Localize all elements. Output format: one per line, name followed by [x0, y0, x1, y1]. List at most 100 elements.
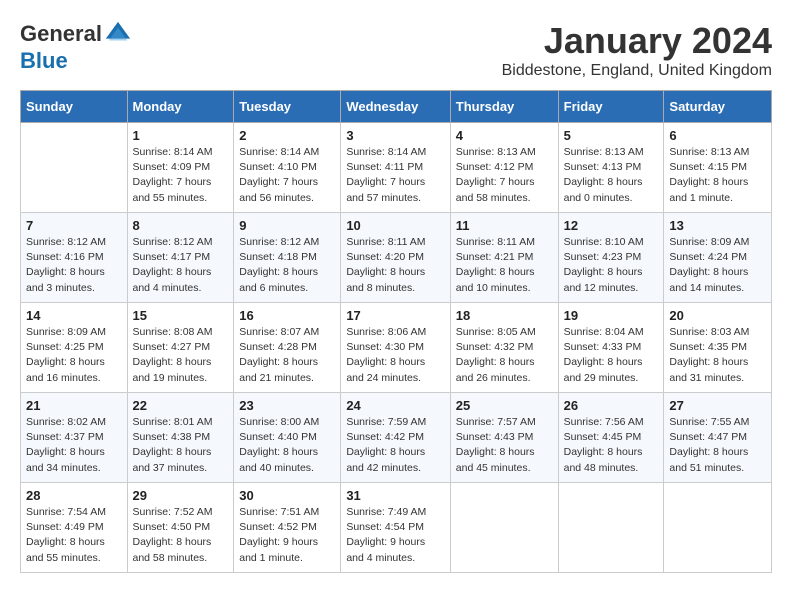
day-number: 22: [133, 398, 229, 413]
day-header-sunday: Sunday: [21, 91, 128, 123]
calendar-header-row: SundayMondayTuesdayWednesdayThursdayFrid…: [21, 91, 772, 123]
calendar-table: SundayMondayTuesdayWednesdayThursdayFrid…: [20, 90, 772, 573]
day-info: Sunrise: 7:54 AMSunset: 4:49 PMDaylight:…: [26, 505, 122, 566]
day-number: 4: [456, 128, 553, 143]
calendar-cell: 22 Sunrise: 8:01 AMSunset: 4:38 PMDayligh…: [127, 393, 234, 483]
day-number: 29: [133, 488, 229, 503]
day-info: Sunrise: 7:49 AMSunset: 4:54 PMDaylight:…: [346, 505, 444, 566]
calendar-cell: 8 Sunrise: 8:12 AMSunset: 4:17 PMDaylight…: [127, 213, 234, 303]
calendar-cell: 9 Sunrise: 8:12 AMSunset: 4:18 PMDaylight…: [234, 213, 341, 303]
day-number: 25: [456, 398, 553, 413]
calendar-cell: 16Sunrise: 8:07 AMSunset: 4:28 PMDayligh…: [234, 303, 341, 393]
calendar-cell: 15 Sunrise: 8:08 AMSunset: 4:27 PMDayligh…: [127, 303, 234, 393]
title-section: January 2024 Biddestone, England, United…: [502, 20, 772, 80]
day-info: Sunrise: 8:13 AMSunset: 4:12 PMDaylight:…: [456, 145, 553, 206]
day-number: 12: [564, 218, 659, 233]
day-number: 26: [564, 398, 659, 413]
day-number: 6: [669, 128, 766, 143]
calendar-cell: 7 Sunrise: 8:12 AMSunset: 4:16 PMDaylight…: [21, 213, 128, 303]
day-info: Sunrise: 8:09 AMSunset: 4:24 PMDaylight:…: [669, 235, 766, 296]
calendar-cell: 13 Sunrise: 8:09 AMSunset: 4:24 PMDayligh…: [664, 213, 772, 303]
calendar-cell: 26 Sunrise: 7:56 AMSunset: 4:45 PMDayligh…: [558, 393, 664, 483]
logo-blue: Blue: [20, 48, 68, 74]
calendar-cell: [450, 483, 558, 573]
calendar-cell: 27 Sunrise: 7:55 AMSunset: 4:47 PMDayligh…: [664, 393, 772, 483]
calendar-cell: 1Sunrise: 8:14 AMSunset: 4:09 PMDaylight…: [127, 123, 234, 213]
day-info: Sunrise: 8:00 AMSunset: 4:40 PMDaylight:…: [239, 415, 335, 476]
calendar-cell: 20Sunrise: 8:03 AMSunset: 4:35 PMDayligh…: [664, 303, 772, 393]
calendar-week-row: 21Sunrise: 8:02 AMSunset: 4:37 PMDayligh…: [21, 393, 772, 483]
calendar-cell: 18Sunrise: 8:05 AMSunset: 4:32 PMDayligh…: [450, 303, 558, 393]
day-number: 17: [346, 308, 444, 323]
day-number: 9: [239, 218, 335, 233]
day-info: Sunrise: 7:52 AMSunset: 4:50 PMDaylight:…: [133, 505, 229, 566]
day-info: Sunrise: 8:10 AMSunset: 4:23 PMDaylight:…: [564, 235, 659, 296]
day-number: 3: [346, 128, 444, 143]
day-number: 27: [669, 398, 766, 413]
calendar-cell: [664, 483, 772, 573]
day-number: 20: [669, 308, 766, 323]
day-number: 11: [456, 218, 553, 233]
day-info: Sunrise: 7:57 AMSunset: 4:43 PMDaylight:…: [456, 415, 553, 476]
calendar-week-row: 14 Sunrise: 8:09 AMSunset: 4:25 PMDayligh…: [21, 303, 772, 393]
calendar-cell: 17 Sunrise: 8:06 AMSunset: 4:30 PMDayligh…: [341, 303, 450, 393]
day-header-saturday: Saturday: [664, 91, 772, 123]
calendar-cell: 10Sunrise: 8:11 AMSunset: 4:20 PMDayligh…: [341, 213, 450, 303]
calendar-cell: 3 Sunrise: 8:14 AMSunset: 4:11 PMDaylight…: [341, 123, 450, 213]
calendar-week-row: 7 Sunrise: 8:12 AMSunset: 4:16 PMDaylight…: [21, 213, 772, 303]
calendar-cell: 6 Sunrise: 8:13 AMSunset: 4:15 PMDaylight…: [664, 123, 772, 213]
day-number: 23: [239, 398, 335, 413]
day-info: Sunrise: 8:01 AMSunset: 4:38 PMDaylight:…: [133, 415, 229, 476]
day-info: Sunrise: 8:07 AMSunset: 4:28 PMDaylight:…: [239, 325, 335, 386]
page-header: General Blue January 2024 Biddestone, En…: [20, 20, 772, 80]
day-number: 14: [26, 308, 122, 323]
calendar-cell: 4 Sunrise: 8:13 AMSunset: 4:12 PMDaylight…: [450, 123, 558, 213]
day-number: 7: [26, 218, 122, 233]
day-info: Sunrise: 8:08 AMSunset: 4:27 PMDaylight:…: [133, 325, 229, 386]
day-info: Sunrise: 8:04 AMSunset: 4:33 PMDaylight:…: [564, 325, 659, 386]
day-info: Sunrise: 8:12 AMSunset: 4:16 PMDaylight:…: [26, 235, 122, 296]
day-info: Sunrise: 8:11 AMSunset: 4:21 PMDaylight:…: [456, 235, 553, 296]
day-header-wednesday: Wednesday: [341, 91, 450, 123]
day-number: 30: [239, 488, 335, 503]
day-info: Sunrise: 7:59 AMSunset: 4:42 PMDaylight:…: [346, 415, 444, 476]
day-info: Sunrise: 8:11 AMSunset: 4:20 PMDaylight:…: [346, 235, 444, 296]
calendar-cell: 21Sunrise: 8:02 AMSunset: 4:37 PMDayligh…: [21, 393, 128, 483]
day-header-tuesday: Tuesday: [234, 91, 341, 123]
day-info: Sunrise: 8:14 AMSunset: 4:09 PMDaylight:…: [133, 145, 229, 206]
day-number: 24: [346, 398, 444, 413]
calendar-cell: 23 Sunrise: 8:00 AMSunset: 4:40 PMDayligh…: [234, 393, 341, 483]
day-info: Sunrise: 8:09 AMSunset: 4:25 PMDaylight:…: [26, 325, 122, 386]
logo-icon: [104, 20, 132, 48]
day-info: Sunrise: 8:06 AMSunset: 4:30 PMDaylight:…: [346, 325, 444, 386]
calendar-cell: 14 Sunrise: 8:09 AMSunset: 4:25 PMDayligh…: [21, 303, 128, 393]
day-info: Sunrise: 7:51 AMSunset: 4:52 PMDaylight:…: [239, 505, 335, 566]
day-info: Sunrise: 8:02 AMSunset: 4:37 PMDaylight:…: [26, 415, 122, 476]
day-number: 5: [564, 128, 659, 143]
day-number: 15: [133, 308, 229, 323]
day-info: Sunrise: 8:13 AMSunset: 4:13 PMDaylight:…: [564, 145, 659, 206]
calendar-cell: 2 Sunrise: 8:14 AMSunset: 4:10 PMDaylight…: [234, 123, 341, 213]
day-info: Sunrise: 8:13 AMSunset: 4:15 PMDaylight:…: [669, 145, 766, 206]
day-info: Sunrise: 8:14 AMSunset: 4:10 PMDaylight:…: [239, 145, 335, 206]
day-info: Sunrise: 7:56 AMSunset: 4:45 PMDaylight:…: [564, 415, 659, 476]
calendar-cell: 31Sunrise: 7:49 AMSunset: 4:54 PMDayligh…: [341, 483, 450, 573]
day-header-friday: Friday: [558, 91, 664, 123]
day-info: Sunrise: 7:55 AMSunset: 4:47 PMDaylight:…: [669, 415, 766, 476]
day-number: 13: [669, 218, 766, 233]
calendar-cell: 30 Sunrise: 7:51 AMSunset: 4:52 PMDayligh…: [234, 483, 341, 573]
day-header-monday: Monday: [127, 91, 234, 123]
day-number: 18: [456, 308, 553, 323]
day-header-thursday: Thursday: [450, 91, 558, 123]
day-number: 8: [133, 218, 229, 233]
day-info: Sunrise: 8:12 AMSunset: 4:17 PMDaylight:…: [133, 235, 229, 296]
calendar-cell: 5 Sunrise: 8:13 AMSunset: 4:13 PMDaylight…: [558, 123, 664, 213]
day-number: 2: [239, 128, 335, 143]
day-info: Sunrise: 8:14 AMSunset: 4:11 PMDaylight:…: [346, 145, 444, 206]
day-info: Sunrise: 8:12 AMSunset: 4:18 PMDaylight:…: [239, 235, 335, 296]
calendar-cell: [558, 483, 664, 573]
calendar-cell: 24 Sunrise: 7:59 AMSunset: 4:42 PMDayligh…: [341, 393, 450, 483]
calendar-week-row: 1Sunrise: 8:14 AMSunset: 4:09 PMDaylight…: [21, 123, 772, 213]
calendar-cell: 28Sunrise: 7:54 AMSunset: 4:49 PMDayligh…: [21, 483, 128, 573]
location: Biddestone, England, United Kingdom: [502, 62, 772, 80]
